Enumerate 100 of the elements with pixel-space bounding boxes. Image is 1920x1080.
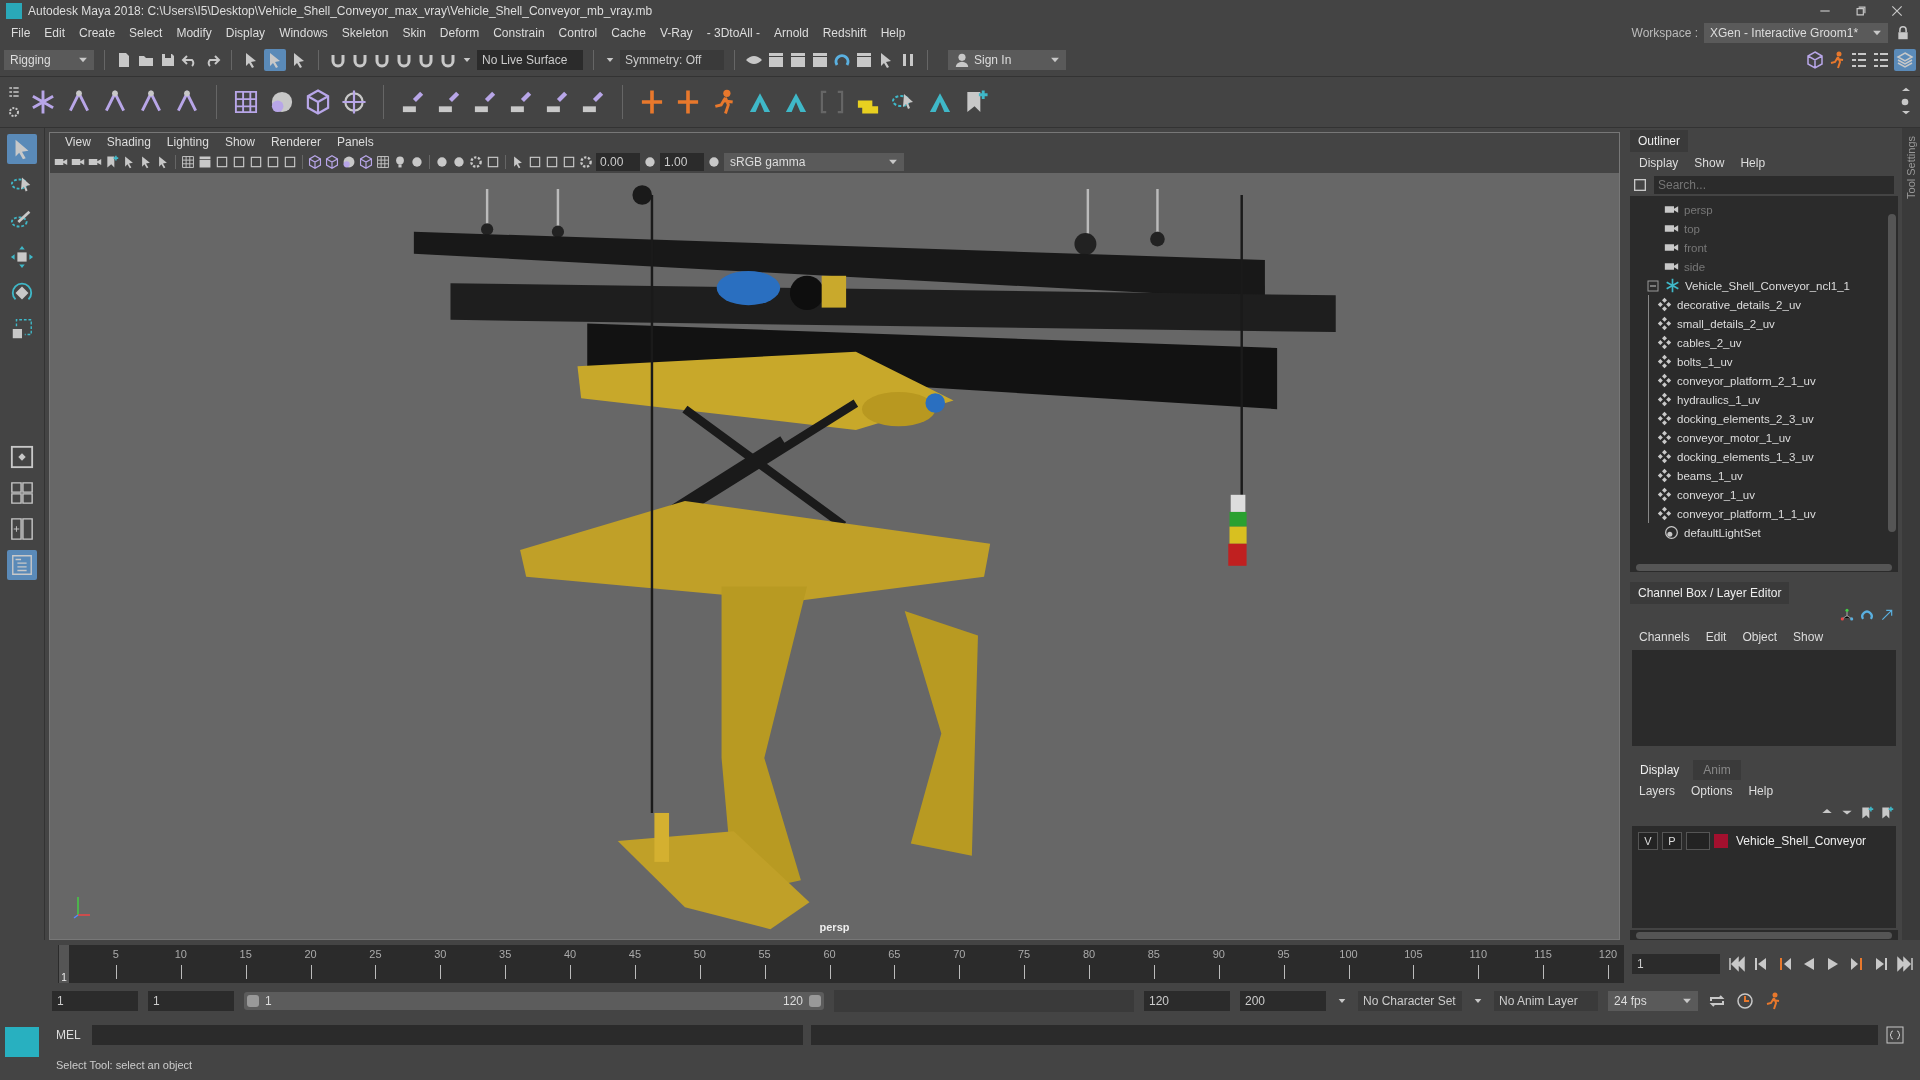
clapperboard-icon[interactable]: [855, 51, 873, 69]
list-icon[interactable]: [1872, 51, 1890, 69]
aperture-icon[interactable]: [579, 155, 593, 169]
outliner-item[interactable]: beams_1_uv: [1649, 466, 1888, 485]
lock-icon[interactable]: [1896, 26, 1910, 40]
outliner-item[interactable]: cables_2_uv: [1649, 333, 1888, 352]
menu-item[interactable]: File: [4, 24, 38, 42]
channel-box-menu-item[interactable]: Channels: [1632, 628, 1697, 646]
playback-end-field[interactable]: 120: [1144, 991, 1230, 1011]
anim-layer-dropdown[interactable]: No Anim Layer: [1494, 991, 1598, 1011]
circle-icon[interactable]: [410, 155, 424, 169]
color-space-dropdown[interactable]: sRGB gamma: [724, 153, 904, 171]
menu-item[interactable]: Edit: [37, 24, 73, 42]
channel-box-menu-item[interactable]: Edit: [1698, 628, 1734, 646]
cursor-icon[interactable]: [511, 155, 525, 169]
outliner-menu-item[interactable]: Show: [1687, 154, 1732, 172]
cursor-icon[interactable]: [122, 155, 136, 169]
viewport-menu-item[interactable]: Shading: [99, 133, 158, 151]
cursor-icon[interactable]: [156, 155, 170, 169]
running-figure-icon[interactable]: [1764, 992, 1782, 1010]
gear-icon[interactable]: [8, 106, 20, 118]
cube-icon[interactable]: [1806, 51, 1824, 69]
layer-menu-item[interactable]: Help: [1741, 782, 1781, 800]
color-management-icon[interactable]: [707, 155, 721, 169]
cross-icon[interactable]: [675, 89, 701, 115]
viewport-menu-item[interactable]: View: [58, 133, 98, 151]
cube-icon[interactable]: [325, 155, 339, 169]
outliner-item[interactable]: conveyor_platform_1_1_uv: [1649, 504, 1888, 523]
menu-item[interactable]: Select: [122, 24, 170, 42]
viewport-menu-item[interactable]: Show: [217, 133, 262, 151]
menu-item[interactable]: Help: [873, 24, 913, 42]
menu-item[interactable]: Skin: [395, 24, 433, 42]
current-frame-marker[interactable]: 1: [59, 945, 69, 983]
gamma-field[interactable]: 1.00: [660, 153, 704, 171]
scrollbar[interactable]: [1636, 931, 1892, 939]
grid-icon[interactable]: [181, 155, 195, 169]
swirl-icon[interactable]: [1860, 608, 1874, 622]
reference-toggle[interactable]: [1686, 832, 1710, 850]
exposure-field[interactable]: 0.00: [596, 153, 640, 171]
asterisk-icon[interactable]: [30, 89, 56, 115]
square-icon[interactable]: [232, 155, 246, 169]
cross-icon[interactable]: [639, 89, 665, 115]
layer-menu-item[interactable]: Options: [1684, 782, 1740, 800]
add-layer-icon[interactable]: [1880, 806, 1894, 820]
layer-color-swatch[interactable]: [1714, 834, 1728, 848]
channel-box-menu-item[interactable]: Object: [1735, 628, 1785, 646]
outliner-menu-item[interactable]: Help: [1733, 154, 1773, 172]
skip-to-end-icon[interactable]: [1896, 955, 1914, 973]
outliner-item[interactable]: conveyor_motor_1_uv: [1649, 428, 1888, 447]
fps-dropdown[interactable]: 24 fps: [1608, 991, 1698, 1011]
sign-in-button[interactable]: Sign In: [948, 50, 1066, 70]
figure-icon[interactable]: [1828, 51, 1846, 69]
list-icon[interactable]: [1850, 51, 1868, 69]
menu-item[interactable]: Skeleton: [334, 24, 396, 42]
square-icon[interactable]: [545, 155, 559, 169]
command-input-field[interactable]: [92, 1025, 804, 1045]
start-frame-field[interactable]: 1: [52, 991, 138, 1011]
visibility-toggle[interactable]: V: [1638, 832, 1658, 850]
light-bulb-icon[interactable]: [393, 155, 407, 169]
expand-icon[interactable]: [1880, 608, 1894, 622]
outliner-item[interactable]: hydraulics_1_uv: [1649, 390, 1888, 409]
square-icon[interactable]: [562, 155, 576, 169]
menu-item[interactable]: Constrain: [486, 24, 552, 42]
circle-icon[interactable]: [452, 155, 466, 169]
menu-item[interactable]: Arnold: [766, 24, 816, 42]
filter-icon[interactable]: [1632, 177, 1648, 193]
outliner-item[interactable]: Vehicle_Shell_Conveyor_ncl1_1: [1630, 276, 1888, 295]
gear-icon[interactable]: [469, 155, 483, 169]
circle-icon[interactable]: [435, 155, 449, 169]
square-icon[interactable]: [215, 155, 229, 169]
scrollbar[interactable]: [1636, 563, 1892, 571]
film-icon[interactable]: [198, 155, 212, 169]
current-frame-field[interactable]: 1: [1632, 954, 1720, 974]
sphere-icon[interactable]: [342, 155, 356, 169]
end-frame-field[interactable]: 200: [1240, 991, 1326, 1011]
square-icon[interactable]: [486, 155, 500, 169]
symmetry-dropdown[interactable]: Symmetry: Off: [620, 50, 724, 70]
playback-toggle[interactable]: P: [1662, 832, 1682, 850]
live-surface-field[interactable]: No Live Surface: [477, 50, 583, 70]
clapperboard-icon[interactable]: [789, 51, 807, 69]
script-editor-icon[interactable]: [1886, 1026, 1904, 1044]
scrollbar[interactable]: [1888, 214, 1896, 532]
cube-icon[interactable]: [359, 155, 373, 169]
lattice-icon[interactable]: [233, 89, 259, 115]
menu-item[interactable]: Cache: [604, 24, 653, 42]
save-icon[interactable]: [159, 51, 177, 69]
character-set-dropdown[interactable]: No Character Set: [1358, 991, 1462, 1011]
square-icon[interactable]: [266, 155, 280, 169]
menu-item[interactable]: - 3DtoAll -: [699, 24, 767, 42]
layer-name[interactable]: Vehicle_Shell_Conveyor: [1736, 834, 1867, 848]
viewport-menu-item[interactable]: Panels: [329, 133, 381, 151]
square-icon[interactable]: [528, 155, 542, 169]
add-layer-icon[interactable]: [1860, 806, 1874, 820]
viewport-menu-item[interactable]: Lighting: [159, 133, 216, 151]
close-icon[interactable]: [1890, 4, 1904, 18]
clapperboard-icon[interactable]: [811, 51, 829, 69]
menu-item[interactable]: Modify: [169, 24, 219, 42]
workspace-dropdown[interactable]: XGen - Interactive Groom1*: [1704, 23, 1888, 43]
menu-item[interactable]: Display: [218, 24, 273, 42]
outliner-item[interactable]: docking_elements_1_3_uv: [1649, 447, 1888, 466]
